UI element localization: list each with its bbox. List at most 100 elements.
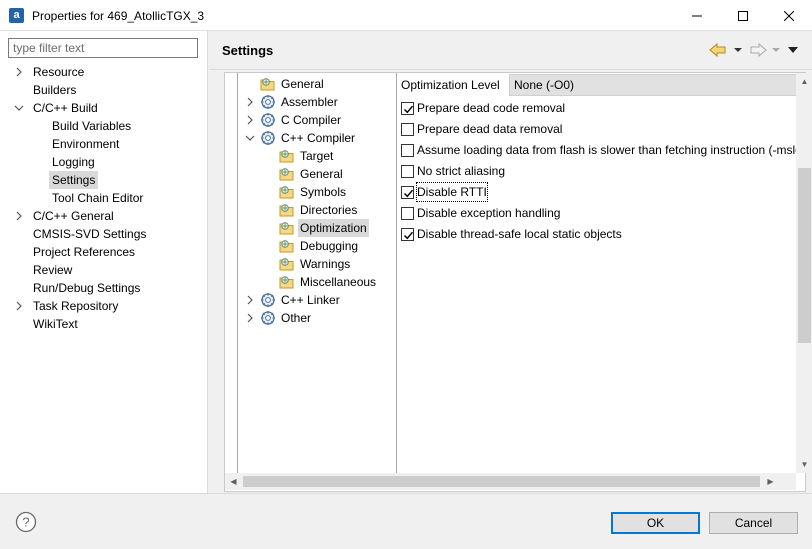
tool-tree-item-label: Directories (300, 203, 358, 217)
nav-item-label: Review (33, 263, 73, 277)
chevron-right-icon[interactable] (245, 93, 257, 111)
minimize-icon (692, 15, 702, 17)
folder-settings-icon (279, 256, 295, 272)
nav-item-label: Builders (33, 83, 77, 97)
folder-settings-icon (279, 184, 295, 200)
close-icon (783, 10, 795, 22)
forward-arrow-icon[interactable] (749, 42, 767, 58)
tool-settings-panel: General Assembler C Compiler C++ Compiler Ta… (224, 72, 812, 492)
checkbox-box[interactable] (401, 102, 414, 115)
tool-tree-item-label: General (300, 167, 343, 181)
view-menu-chevron-down-icon[interactable] (787, 42, 799, 58)
minimize-button[interactable] (674, 0, 720, 31)
maximize-button[interactable] (720, 0, 766, 31)
tool-gear-icon (260, 94, 276, 110)
option-label: Assume loading data from flash is slower… (417, 143, 796, 157)
optimization-options: Optimization Level None (-O0) Prepare de… (398, 73, 796, 473)
nav-item-label: Build Variables (52, 119, 132, 133)
tool-tree-item-label: Other (281, 311, 312, 325)
page-title: Settings (222, 43, 274, 58)
close-button[interactable] (766, 0, 812, 31)
scroll-up-arrow-icon[interactable]: ▲ (796, 73, 812, 90)
chevron-right-icon[interactable] (245, 111, 257, 129)
title-bar: a Properties for 469_AtollicTGX_3 (0, 0, 812, 31)
checkbox-box[interactable] (401, 123, 414, 136)
tool-tree-item-label: C++ Compiler (281, 131, 356, 145)
back-menu-chevron-down-icon[interactable] (733, 42, 743, 58)
folder-settings-icon (279, 220, 295, 236)
nav-item-label: Logging (52, 155, 95, 169)
chevron-right-icon[interactable] (245, 309, 257, 327)
option-label: Disable exception handling (417, 206, 561, 220)
nav-item-label: CMSIS-SVD Settings (33, 227, 147, 241)
tool-gear-icon (260, 112, 276, 128)
option-label: No strict aliasing (417, 164, 506, 178)
chevron-right-icon[interactable] (14, 63, 28, 81)
tool-tree-item-label: Warnings (300, 257, 351, 271)
maximize-icon (738, 10, 748, 21)
scroll-right-arrow-icon[interactable]: ▶ (762, 473, 779, 490)
window-title: Properties for 469_AtollicTGX_3 (32, 9, 205, 23)
checkbox-box[interactable] (401, 228, 414, 241)
nav-item-label: WikiText (33, 317, 78, 331)
svg-text:?: ? (22, 515, 29, 530)
checkbox-box[interactable] (401, 186, 414, 199)
tool-settings-tree: General Assembler C Compiler C++ Compiler Ta… (237, 73, 397, 473)
option-label: Prepare dead code removal (417, 101, 566, 115)
tool-tree-item-label: C++ Linker (281, 293, 340, 307)
tool-tree-item-label: Target (300, 149, 334, 163)
nav-item-label: Tool Chain Editor (52, 191, 144, 205)
option-label: Disable RTTI (416, 182, 488, 202)
nav-item-label: Task Repository (33, 299, 119, 313)
header-divider (209, 69, 812, 70)
folder-settings-icon (279, 202, 295, 218)
option-label: Prepare dead data removal (417, 122, 563, 136)
vertical-scroll-thumb[interactable] (798, 168, 811, 343)
tool-gear-icon (260, 130, 276, 146)
tool-gear-icon (260, 310, 276, 326)
optimization-level-select[interactable]: None (-O0) (509, 74, 796, 96)
folder-settings-icon (279, 238, 295, 254)
chevron-right-icon[interactable] (14, 207, 28, 225)
horizontal-scrollbar[interactable]: ◀ ▶ (225, 473, 796, 490)
back-arrow-icon[interactable] (709, 42, 727, 58)
scroll-down-arrow-icon[interactable]: ▼ (796, 456, 812, 473)
nav-item-label: Run/Debug Settings (33, 281, 141, 295)
cancel-button[interactable]: Cancel (709, 512, 798, 534)
tool-tree-item-label: Miscellaneous (300, 275, 377, 289)
nav-item-label: C/C++ Build (33, 101, 98, 115)
folder-settings-icon (279, 274, 295, 290)
horizontal-scroll-thumb[interactable] (243, 476, 760, 487)
checkbox-box[interactable] (401, 165, 414, 178)
folder-settings-icon (279, 148, 295, 164)
folder-settings-icon (260, 76, 276, 92)
ok-button[interactable]: OK (611, 512, 700, 534)
option-label: Disable thread-safe local static objects (417, 227, 622, 241)
help-icon[interactable]: ? (15, 511, 37, 533)
chevron-down-icon[interactable] (245, 129, 257, 147)
scroll-left-arrow-icon[interactable]: ◀ (225, 473, 242, 490)
chevron-right-icon[interactable] (245, 291, 257, 309)
chevron-down-icon[interactable] (14, 99, 28, 117)
optimization-level-label: Optimization Level (401, 78, 500, 92)
tool-tree-item-label: C Compiler (281, 113, 342, 127)
nav-item-label: Resource (33, 65, 85, 79)
tool-tree-item-label: Symbols (300, 185, 347, 199)
tool-tree-item-label: General (281, 77, 324, 91)
property-pages-pane: Resource Builders C/C++ Build Build Variabl… (0, 31, 208, 493)
tool-gear-icon (260, 292, 276, 308)
checkbox-box[interactable] (401, 207, 414, 220)
chevron-right-icon[interactable] (14, 297, 28, 315)
folder-settings-icon (279, 166, 295, 182)
nav-item-label: Environment (52, 137, 120, 151)
nav-item-label: Settings (49, 171, 99, 189)
filter-input[interactable] (8, 38, 198, 58)
tool-tree-item-label: Assembler (281, 95, 338, 109)
tool-tree-item-label: Debugging (300, 239, 359, 253)
tool-tree-item-label: Optimization (298, 219, 369, 237)
checkbox-box[interactable] (401, 144, 414, 157)
dialog-button-bar: ? OK Cancel (0, 493, 812, 549)
vertical-scrollbar[interactable]: ▲ ▼ (796, 73, 812, 473)
nav-item-label: C/C++ General (33, 209, 114, 223)
forward-menu-chevron-down-icon[interactable] (771, 42, 781, 58)
